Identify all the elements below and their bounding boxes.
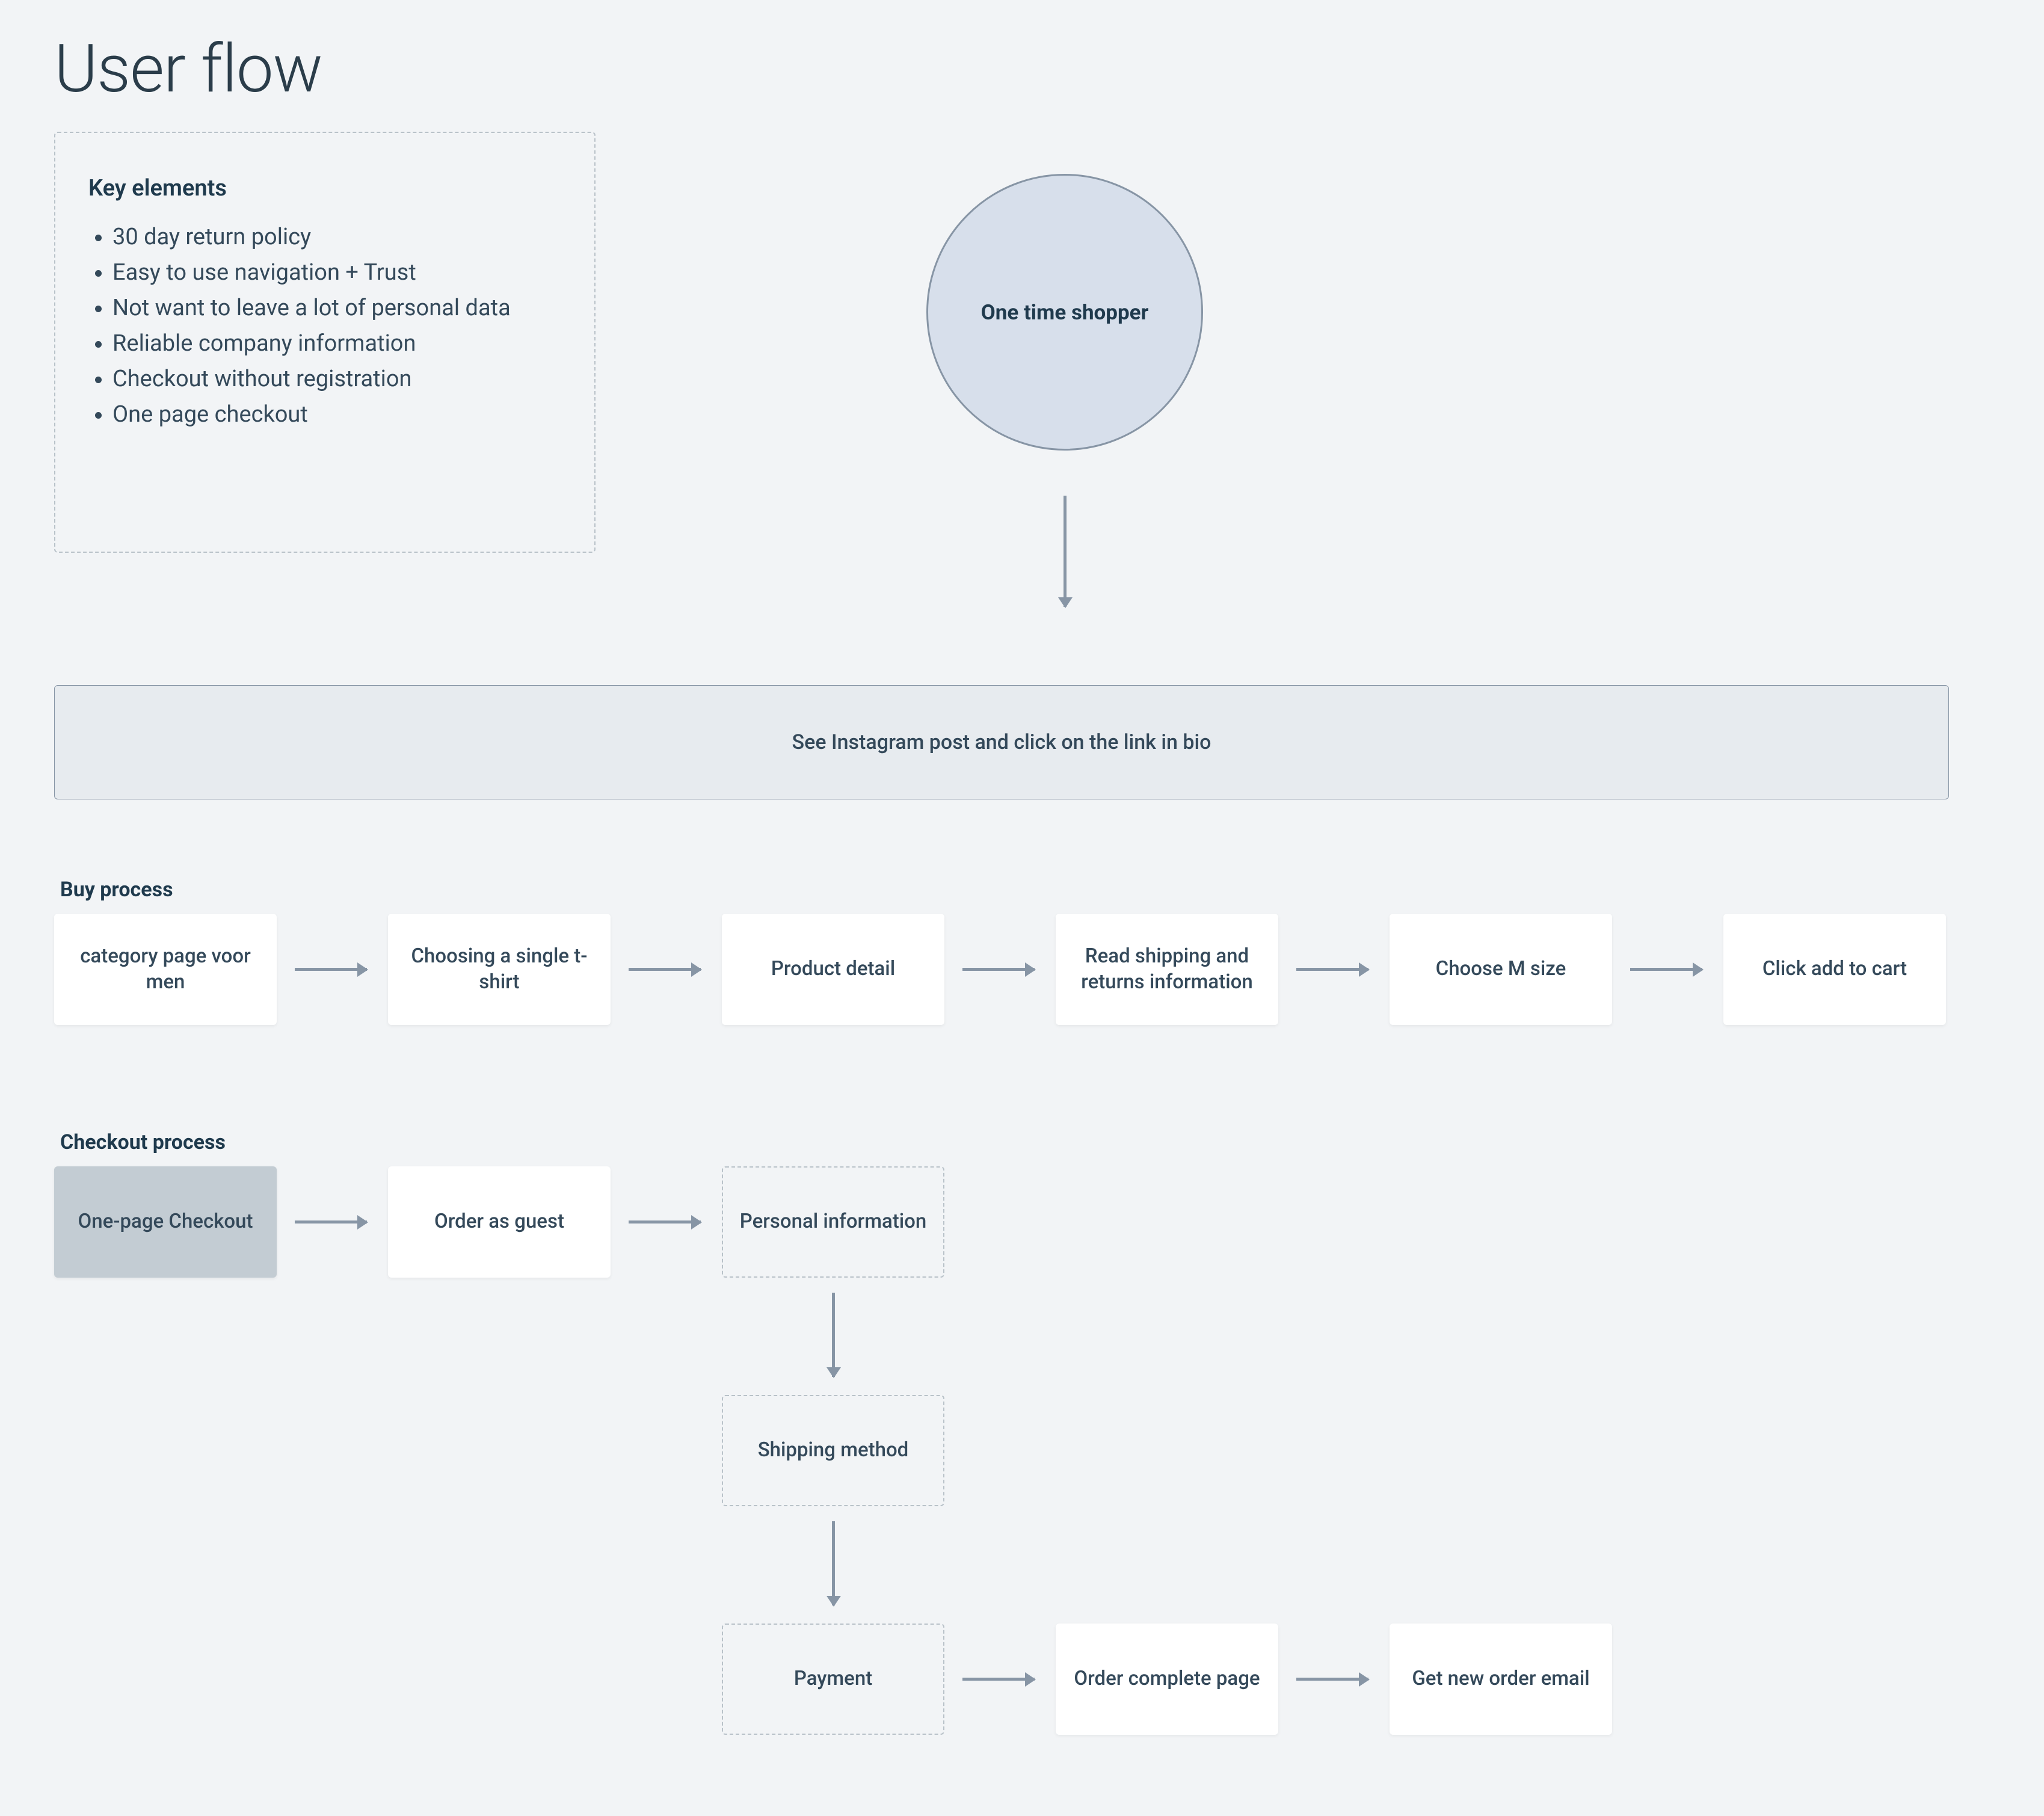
key-elements-list: 30 day return policy Easy to use navigat… (88, 220, 561, 433)
arrow-checkout-down-1 (832, 1293, 835, 1377)
start-node-label: One time shopper (981, 300, 1149, 325)
arrow-buy-2 (629, 968, 701, 971)
checkout-step-order-email: Get new order email (1390, 1624, 1612, 1735)
buy-process-heading: Buy process (60, 878, 173, 902)
arrow-buy-4 (1296, 968, 1368, 971)
key-elements-heading: Key elements (88, 175, 561, 202)
arrow-buy-5 (1630, 968, 1702, 971)
checkout-step-one-page: One-page Checkout (54, 1166, 277, 1278)
buy-step-choose-tshirt: Choosing a single t-shirt (388, 914, 611, 1025)
entry-step-bar: See Instagram post and click on the link… (54, 685, 1949, 799)
buy-step-label: Choose M size (1436, 956, 1566, 982)
key-item: Not want to leave a lot of personal data (112, 291, 561, 326)
start-node-one-time-shopper: One time shopper (926, 174, 1203, 451)
buy-step-add-to-cart: Click add to cart (1723, 914, 1946, 1025)
buy-step-category-page: category page voor men (54, 914, 277, 1025)
arrow-checkout-1 (295, 1220, 367, 1223)
key-item: One page checkout (112, 397, 561, 432)
checkout-step-label: Payment (794, 1666, 872, 1692)
arrow-buy-1 (295, 968, 367, 971)
key-item: 30 day return policy (112, 220, 561, 255)
arrow-checkout-2 (629, 1220, 701, 1223)
checkout-step-personal-info: Personal information (722, 1166, 944, 1278)
checkout-step-label: Get new order email (1412, 1666, 1589, 1692)
arrow-checkout-4 (1296, 1678, 1368, 1681)
checkout-process-heading: Checkout process (60, 1130, 226, 1154)
checkout-step-label: Shipping method (758, 1438, 909, 1464)
buy-step-label: Choosing a single t-shirt (400, 944, 599, 996)
arrow-checkout-3 (962, 1678, 1035, 1681)
entry-step-label: See Instagram post and click on the link… (792, 730, 1211, 754)
buy-step-label: category page voor men (66, 944, 265, 996)
buy-step-label: Read shipping and returns information (1068, 944, 1266, 996)
key-item: Easy to use navigation + Trust (112, 255, 561, 291)
checkout-step-order-as-guest: Order as guest (388, 1166, 611, 1278)
checkout-step-payment: Payment (722, 1624, 944, 1735)
key-item: Reliable company information (112, 326, 561, 362)
checkout-step-order-complete: Order complete page (1056, 1624, 1278, 1735)
flow-canvas: Key elements 30 day return policy Easy t… (54, 132, 1991, 1816)
buy-step-product-detail: Product detail (722, 914, 944, 1025)
checkout-step-label: Order complete page (1074, 1666, 1260, 1692)
buy-step-read-shipping: Read shipping and returns information (1056, 914, 1278, 1025)
arrow-buy-3 (962, 968, 1035, 971)
arrow-checkout-down-2 (832, 1521, 835, 1605)
checkout-step-label: Order as guest (434, 1209, 564, 1235)
key-elements-panel: Key elements 30 day return policy Easy t… (54, 132, 596, 553)
arrow-start-to-entry (1064, 496, 1067, 607)
buy-step-choose-size: Choose M size (1390, 914, 1612, 1025)
checkout-step-label: Personal information (740, 1209, 927, 1235)
page-title: User flow (54, 30, 1990, 108)
checkout-step-label: One-page Checkout (78, 1209, 253, 1235)
key-item: Checkout without registration (112, 362, 561, 397)
checkout-step-shipping-method: Shipping method (722, 1395, 944, 1506)
buy-step-label: Click add to cart (1762, 956, 1907, 982)
buy-step-label: Product detail (771, 956, 895, 982)
